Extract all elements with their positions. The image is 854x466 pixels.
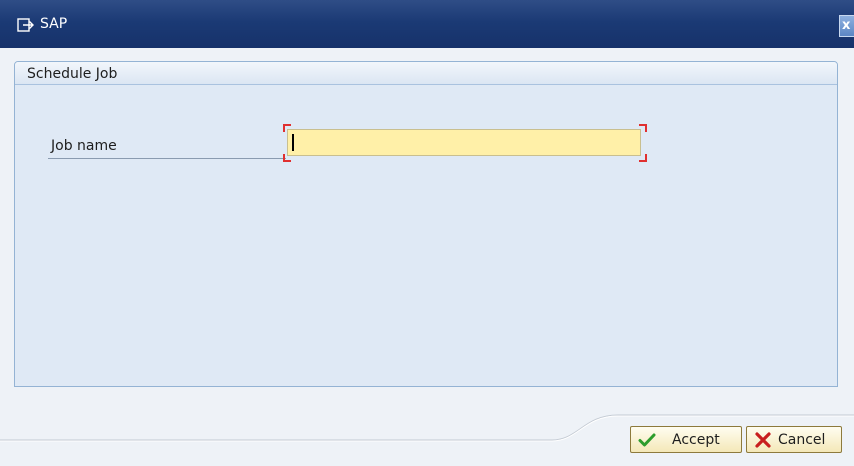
- checkmark-icon: [638, 433, 656, 447]
- dialog-body: Schedule Job Job name Accept Cancel: [0, 48, 854, 466]
- close-icon: x: [842, 18, 851, 33]
- cancel-x-icon: [755, 432, 771, 448]
- job-name-label: Job name: [48, 137, 286, 159]
- group-header: Schedule Job: [15, 62, 837, 85]
- group-title: Schedule Job: [27, 66, 118, 82]
- job-name-field: [283, 124, 647, 162]
- window-titlebar: SAP x: [0, 0, 854, 48]
- close-window-button[interactable]: x: [839, 15, 854, 37]
- job-name-label-text: Job name: [51, 138, 117, 154]
- accept-button[interactable]: Accept: [630, 426, 742, 453]
- cancel-label: Cancel: [778, 432, 826, 448]
- job-name-input[interactable]: [287, 129, 641, 156]
- window-title: SAP: [40, 16, 68, 32]
- schedule-job-group: Schedule Job Job name: [14, 61, 838, 387]
- accept-label: Accept: [672, 432, 720, 448]
- text-cursor: [292, 134, 294, 151]
- cancel-button[interactable]: Cancel: [746, 426, 842, 453]
- sap-window-icon: [17, 18, 34, 32]
